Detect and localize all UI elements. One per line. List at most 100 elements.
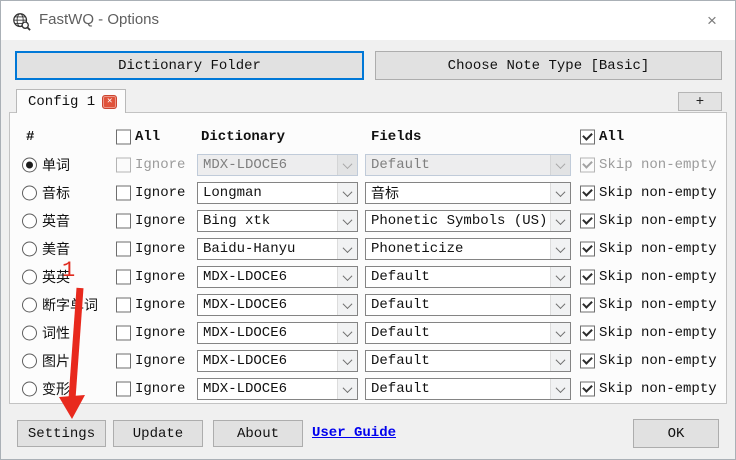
word-type-radio[interactable] (22, 185, 37, 201)
chevron-down-icon (337, 211, 357, 231)
word-type-label: 美音 (42, 243, 70, 259)
word-type-radio[interactable] (22, 353, 37, 369)
dictionary-select[interactable]: MDX-LDOCE6 (197, 378, 358, 400)
word-type-radio[interactable] (22, 269, 37, 285)
fields-value: Phonetic Symbols (US) (371, 213, 548, 229)
skip-non-empty-label: Skip non-empty (599, 269, 717, 285)
word-type-label: 词性 (42, 327, 70, 343)
skip-non-empty-checkbox[interactable] (580, 269, 595, 285)
fields-value: Default (371, 157, 430, 173)
window-title: FastWQ - Options (39, 11, 160, 28)
skip-non-empty-checkbox[interactable] (580, 325, 595, 341)
word-type-radio[interactable] (22, 325, 37, 341)
word-type-radio[interactable] (22, 297, 37, 313)
dictionary-select[interactable]: Bing xtk (197, 210, 358, 232)
skip-non-empty-label: Skip non-empty (599, 213, 717, 229)
skip-non-empty-label: Skip non-empty (599, 297, 717, 313)
chevron-down-icon (337, 351, 357, 371)
tab-close-icon[interactable]: ✕ (102, 94, 118, 109)
chevron-down-icon (550, 239, 570, 259)
skip-non-empty-checkbox[interactable] (580, 185, 595, 201)
close-icon[interactable]: × (699, 9, 725, 33)
options-dialog: FastWQ - Options × Dictionary Folder Cho… (0, 0, 736, 460)
ignore-label: Ignore (135, 185, 186, 201)
fields-select[interactable]: Phoneticize (365, 238, 571, 260)
add-tab-button[interactable]: + (678, 92, 722, 111)
ignore-checkbox[interactable] (116, 213, 131, 229)
fields-value: Default (371, 325, 430, 341)
ok-button[interactable]: OK (633, 419, 719, 448)
update-button[interactable]: Update (113, 420, 203, 447)
ignore-label: Ignore (135, 381, 186, 397)
dictionary-select[interactable]: MDX-LDOCE6 (197, 294, 358, 316)
annotation-number: 1 (62, 258, 76, 283)
skip-non-empty-checkbox[interactable] (580, 353, 595, 369)
dictionary-value: MDX-LDOCE6 (203, 353, 288, 369)
dictionary-value: MDX-LDOCE6 (203, 297, 288, 313)
chevron-down-icon (550, 379, 570, 399)
word-type-radio[interactable] (22, 157, 37, 173)
skip-non-empty-checkbox[interactable] (580, 213, 595, 229)
ignore-checkbox[interactable] (116, 297, 131, 313)
chevron-down-icon (337, 239, 357, 259)
dictionary-select[interactable]: MDX-LDOCE6 (197, 350, 358, 372)
dictionary-select[interactable]: MDX-LDOCE6 (197, 266, 358, 288)
chevron-down-icon (550, 295, 570, 315)
ignore-checkbox[interactable] (116, 325, 131, 341)
chevron-down-icon (550, 211, 570, 231)
all-ignore-checkbox[interactable] (116, 129, 131, 145)
fields-select[interactable]: Default (365, 266, 571, 288)
word-type-radio[interactable] (22, 213, 37, 229)
chevron-down-icon (550, 351, 570, 371)
table-rows: 单词 Ignore MDX-LDOCE6 Default Skip non-em… (10, 151, 726, 403)
dictionary-folder-button[interactable]: Dictionary Folder (15, 51, 364, 80)
tab-config-1[interactable]: Config 1 ✕ (16, 89, 126, 113)
chevron-down-icon (337, 379, 357, 399)
skip-non-empty-checkbox[interactable] (580, 241, 595, 257)
fields-select[interactable]: Default (365, 350, 571, 372)
fields-select[interactable]: Default (365, 294, 571, 316)
skip-non-empty-label: Skip non-empty (599, 241, 717, 257)
choose-note-type-button[interactable]: Choose Note Type [Basic] (375, 51, 722, 80)
ignore-checkbox[interactable] (116, 381, 131, 397)
settings-button[interactable]: Settings (17, 420, 106, 447)
ignore-checkbox[interactable] (116, 185, 131, 201)
skip-non-empty-label: Skip non-empty (599, 353, 717, 369)
ignore-checkbox[interactable] (116, 353, 131, 369)
word-type-label: 音标 (42, 187, 70, 203)
skip-non-empty-checkbox[interactable] (580, 297, 595, 313)
word-type-label: 单词 (42, 159, 70, 175)
word-type-radio[interactable] (22, 241, 37, 257)
about-button[interactable]: About (213, 420, 303, 447)
word-type-label: 英音 (42, 215, 70, 231)
ignore-checkbox[interactable] (116, 241, 131, 257)
skip-non-empty-label: Skip non-empty (599, 185, 717, 201)
dictionary-select[interactable]: Baidu-Hanyu (197, 238, 358, 260)
ignore-label: Ignore (135, 269, 186, 285)
skip-non-empty-checkbox[interactable] (580, 381, 595, 397)
fields-select[interactable]: Phonetic Symbols (US) (365, 210, 571, 232)
ignore-checkbox (116, 157, 131, 173)
ignore-checkbox[interactable] (116, 269, 131, 285)
column-header-dictionary: Dictionary (201, 129, 286, 145)
fields-select[interactable]: Default (365, 378, 571, 400)
dictionary-select[interactable]: MDX-LDOCE6 (197, 322, 358, 344)
user-guide-link[interactable]: User Guide (312, 425, 396, 441)
ignore-label: Ignore (135, 241, 186, 257)
all-skip-label: All (599, 129, 625, 145)
word-type-radio[interactable] (22, 381, 37, 397)
word-type-label: 断字单词 (42, 299, 98, 315)
chevron-down-icon (550, 183, 570, 203)
dictionary-value: MDX-LDOCE6 (203, 325, 288, 341)
chevron-down-icon (550, 267, 570, 287)
title-bar: FastWQ - Options × (1, 1, 735, 40)
all-ignore-label: All (135, 129, 161, 145)
chevron-down-icon (550, 155, 570, 175)
fields-value: Default (371, 353, 430, 369)
fields-select[interactable]: Default (365, 322, 571, 344)
fields-select[interactable]: 音标 (365, 182, 571, 204)
all-skip-checkbox[interactable] (580, 129, 595, 145)
column-header-fields: Fields (371, 129, 422, 145)
skip-non-empty-label: Skip non-empty (599, 381, 717, 397)
dictionary-select[interactable]: Longman (197, 182, 358, 204)
